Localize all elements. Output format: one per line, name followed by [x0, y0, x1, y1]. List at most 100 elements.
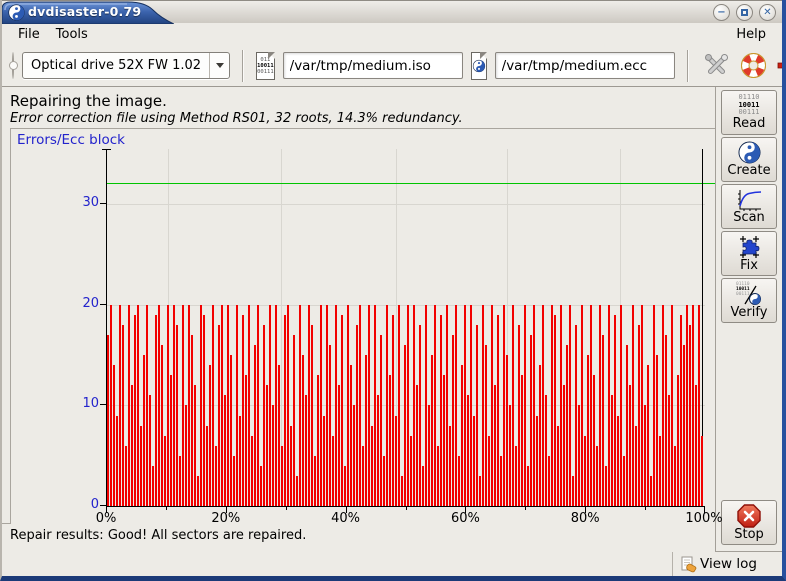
- create-button[interactable]: Create: [721, 137, 777, 182]
- error-bar: [407, 305, 409, 506]
- error-bar: [653, 305, 655, 506]
- error-bar: [227, 305, 229, 506]
- error-bar: [551, 305, 553, 506]
- error-bar: [584, 436, 586, 506]
- quit-door-icon[interactable]: [777, 52, 786, 79]
- title-bar[interactable]: dvdisaster-0.79 − ✕: [2, 0, 782, 23]
- x-tick-label: 0%: [84, 511, 128, 526]
- error-bar: [548, 456, 550, 506]
- error-bar: [395, 416, 397, 507]
- error-bar: [218, 325, 220, 506]
- error-bar: [137, 305, 139, 506]
- ecc-path-input[interactable]: [495, 52, 675, 79]
- error-bar: [116, 416, 118, 507]
- errors-chart: Errors/Ecc block 01020300%20%40%60%80%10…: [10, 128, 715, 524]
- error-bar: [506, 355, 508, 506]
- main-panel: Repairing the image. Error correction fi…: [2, 87, 715, 552]
- iso-path-input[interactable]: [283, 52, 463, 79]
- error-bar: [470, 305, 472, 506]
- y-tick-label: 0: [69, 497, 99, 512]
- view-log-button[interactable]: View log: [672, 552, 782, 576]
- error-bar: [260, 466, 262, 506]
- scan-button[interactable]: Scan: [721, 184, 777, 229]
- menu-file[interactable]: File: [10, 25, 48, 44]
- error-bar: [581, 305, 583, 506]
- error-bar: [278, 365, 280, 506]
- error-bar: [533, 305, 535, 506]
- error-bar: [617, 416, 619, 507]
- error-bar: [401, 476, 403, 506]
- view-log-icon: [681, 556, 697, 573]
- app-logo-yinyang-icon: [8, 4, 25, 21]
- error-bar: [635, 426, 637, 507]
- y-tick-label: 10: [69, 396, 99, 411]
- error-bar: [140, 426, 142, 507]
- error-bar: [182, 305, 184, 506]
- error-bar: [461, 365, 463, 506]
- error-bar: [542, 305, 544, 506]
- error-bar: [476, 325, 478, 506]
- error-bar: [554, 315, 556, 506]
- lifebuoy-help-icon[interactable]: [740, 52, 767, 79]
- error-bar: [428, 405, 430, 506]
- drive-selector-arrow[interactable]: [209, 53, 229, 78]
- fix-button[interactable]: Fix: [721, 231, 777, 276]
- maximize-button[interactable]: [736, 4, 753, 21]
- error-bar: [434, 305, 436, 506]
- error-bar: [188, 305, 190, 506]
- menu-help[interactable]: Help: [728, 25, 774, 44]
- error-bar: [272, 405, 274, 506]
- error-bar: [254, 345, 256, 506]
- error-bar: [380, 335, 382, 506]
- error-bar: [356, 325, 358, 506]
- error-bar: [521, 375, 523, 506]
- error-bar: [494, 385, 496, 506]
- error-bar: [224, 395, 226, 506]
- error-bar: [530, 335, 532, 506]
- error-bar: [575, 325, 577, 506]
- error-bar: [641, 305, 643, 506]
- error-bar: [233, 456, 235, 506]
- operation-title: Repairing the image.: [10, 92, 707, 110]
- read-button[interactable]: 01110 10011 00111 Read: [721, 90, 777, 135]
- error-bar: [611, 395, 613, 506]
- error-bar: [365, 355, 367, 506]
- error-bar: [329, 345, 331, 506]
- error-bar: [305, 395, 307, 506]
- error-bar: [206, 426, 208, 507]
- error-bar: [602, 335, 604, 506]
- error-bar: [440, 315, 442, 506]
- y-tick-label: 20: [69, 296, 99, 311]
- verify-button[interactable]: 01110 10011 00111 Verify: [721, 278, 777, 323]
- error-bar: [332, 436, 334, 506]
- action-sidebar: 01110 10011 00111 Read Create: [715, 87, 782, 552]
- minimize-button[interactable]: −: [713, 4, 730, 21]
- error-bar: [467, 395, 469, 506]
- preferences-tools-icon[interactable]: [703, 52, 730, 79]
- close-button[interactable]: ✕: [759, 4, 776, 21]
- drive-selector[interactable]: Optical drive 52X FW 1.02: [22, 52, 230, 79]
- error-bar: [683, 345, 685, 506]
- chart-plot-area: 01020300%20%40%60%80%100%: [106, 149, 705, 506]
- error-bar: [539, 365, 541, 506]
- error-bar: [644, 405, 646, 506]
- menu-tools[interactable]: Tools: [48, 25, 96, 44]
- error-bar: [473, 416, 475, 507]
- error-bar: [665, 335, 667, 506]
- error-bar: [113, 365, 115, 506]
- error-bar: [377, 395, 379, 506]
- error-bar: [179, 456, 181, 506]
- stop-button[interactable]: Stop: [721, 500, 777, 545]
- error-bar: [569, 305, 571, 506]
- error-bar: [671, 305, 673, 506]
- error-bar: [209, 365, 211, 506]
- error-bar: [464, 305, 466, 506]
- x-tick-label: 80%: [563, 511, 607, 526]
- error-bar: [518, 325, 520, 506]
- error-bar: [620, 305, 622, 506]
- error-bar: [281, 446, 283, 506]
- error-bar: [287, 305, 289, 506]
- error-bar: [563, 385, 565, 506]
- chevron-down-icon: [216, 63, 224, 68]
- error-bar: [629, 385, 631, 506]
